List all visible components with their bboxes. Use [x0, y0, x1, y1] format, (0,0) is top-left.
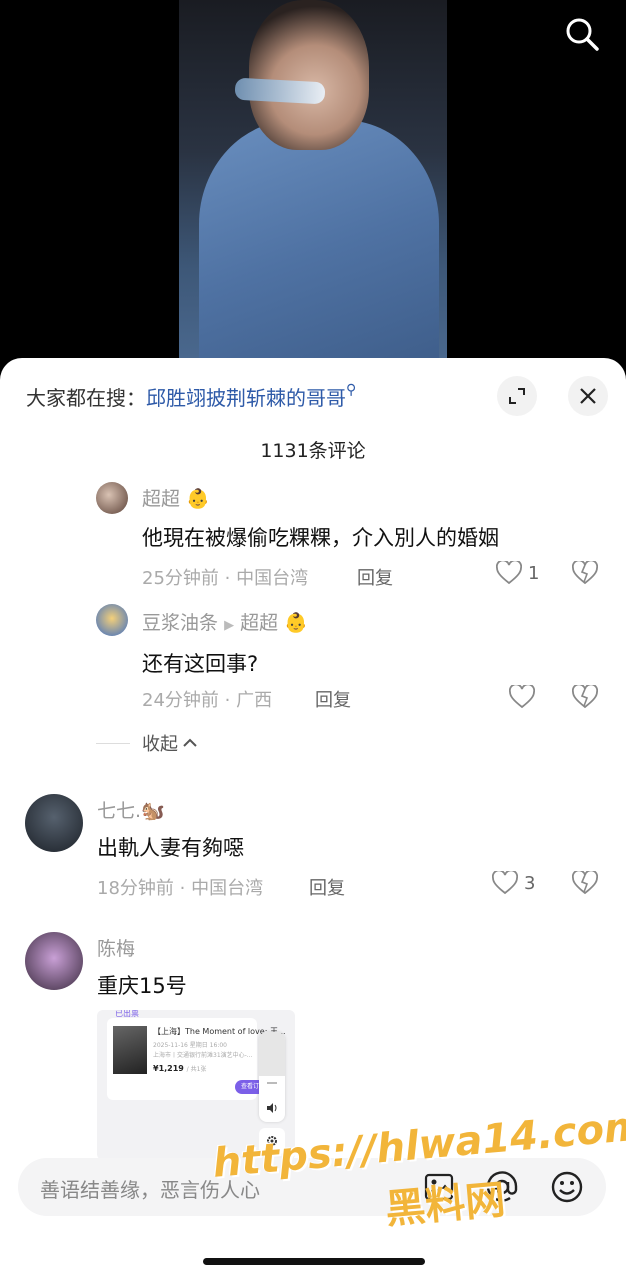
microphone [234, 77, 326, 105]
comment-count: 1131条评论 [260, 440, 366, 462]
ticket-price: ¥1,219 / 共1张 [153, 1064, 207, 1073]
ticket-date: 2025-11-16 星期日 16:00 [153, 1042, 227, 1049]
ticket-poster [113, 1026, 147, 1074]
ticket-card: 【上海】The Moment of love: 王... 2025-11-16 … [107, 1018, 286, 1100]
ticket-venue: 上海市丨交通银行前滩31演艺中心-... [153, 1052, 253, 1059]
like-count: 1 [528, 562, 540, 584]
heart-icon [496, 561, 522, 585]
reply-button[interactable]: 回复 [309, 874, 345, 900]
chevron-up-icon [183, 738, 197, 747]
comment-meta: 18分钟前 · 中国台湾 [97, 878, 264, 899]
video-frame [179, 0, 447, 380]
comment-meta: 25分钟前 · 中国台湾 [142, 568, 309, 589]
trending-search[interactable]: 大家都在搜：邱胜翊披荆斩棘的哥哥⚲ [26, 382, 356, 411]
avatar[interactable] [96, 604, 128, 636]
divider [96, 742, 130, 744]
dislike-icon[interactable] [571, 869, 599, 899]
comment-text: 重庆15号 [97, 974, 187, 998]
comment-text: 还有这回事? [142, 652, 259, 676]
trending-prefix: 大家都在搜： [26, 386, 146, 410]
like-button[interactable] [509, 685, 535, 709]
comment-author[interactable]: 陈梅 [97, 934, 135, 961]
search-small-icon: ⚲ [346, 382, 357, 398]
like-count: 3 [524, 872, 536, 894]
emoji-icon[interactable] [550, 1170, 584, 1204]
speaker-icon [267, 1103, 277, 1113]
trending-query[interactable]: 邱胜翊披荆斩棘的哥哥 [146, 386, 346, 410]
home-indicator[interactable] [203, 1258, 425, 1265]
like-button[interactable]: 1 [496, 561, 539, 585]
avatar[interactable] [96, 482, 128, 514]
comment-author[interactable]: 七七.🐿️ [97, 796, 165, 823]
comment-author[interactable]: 豆浆油条 ▶ 超超 👶 [142, 608, 308, 635]
collapse-replies-button[interactable]: 收起 [96, 730, 198, 756]
comment-text: 他現在被爆偷吃粿粿，介入別人的婚姻 [142, 526, 499, 550]
expand-icon[interactable] [497, 376, 537, 416]
heart-icon [509, 685, 535, 709]
reply-button[interactable]: 回复 [315, 686, 351, 712]
close-icon[interactable] [568, 376, 608, 416]
like-button[interactable]: 3 [492, 871, 535, 895]
reply-button[interactable]: 回复 [357, 564, 393, 590]
singer-figure [199, 120, 439, 380]
volume-slider [259, 1032, 285, 1122]
comment-author[interactable]: 超超 👶 [142, 484, 210, 511]
watermark-site: 黑料网 [383, 1176, 508, 1234]
heart-icon [492, 871, 518, 895]
dislike-icon[interactable] [571, 559, 599, 589]
video-player[interactable] [0, 0, 626, 380]
singer-head [249, 0, 369, 150]
search-icon[interactable] [564, 16, 600, 52]
avatar[interactable] [25, 794, 83, 852]
comment-meta: 24分钟前 · 广西 [142, 690, 273, 711]
avatar[interactable] [25, 932, 83, 990]
dislike-icon[interactable] [571, 683, 599, 713]
comment-text: 出軌人妻有夠噁 [97, 836, 244, 860]
